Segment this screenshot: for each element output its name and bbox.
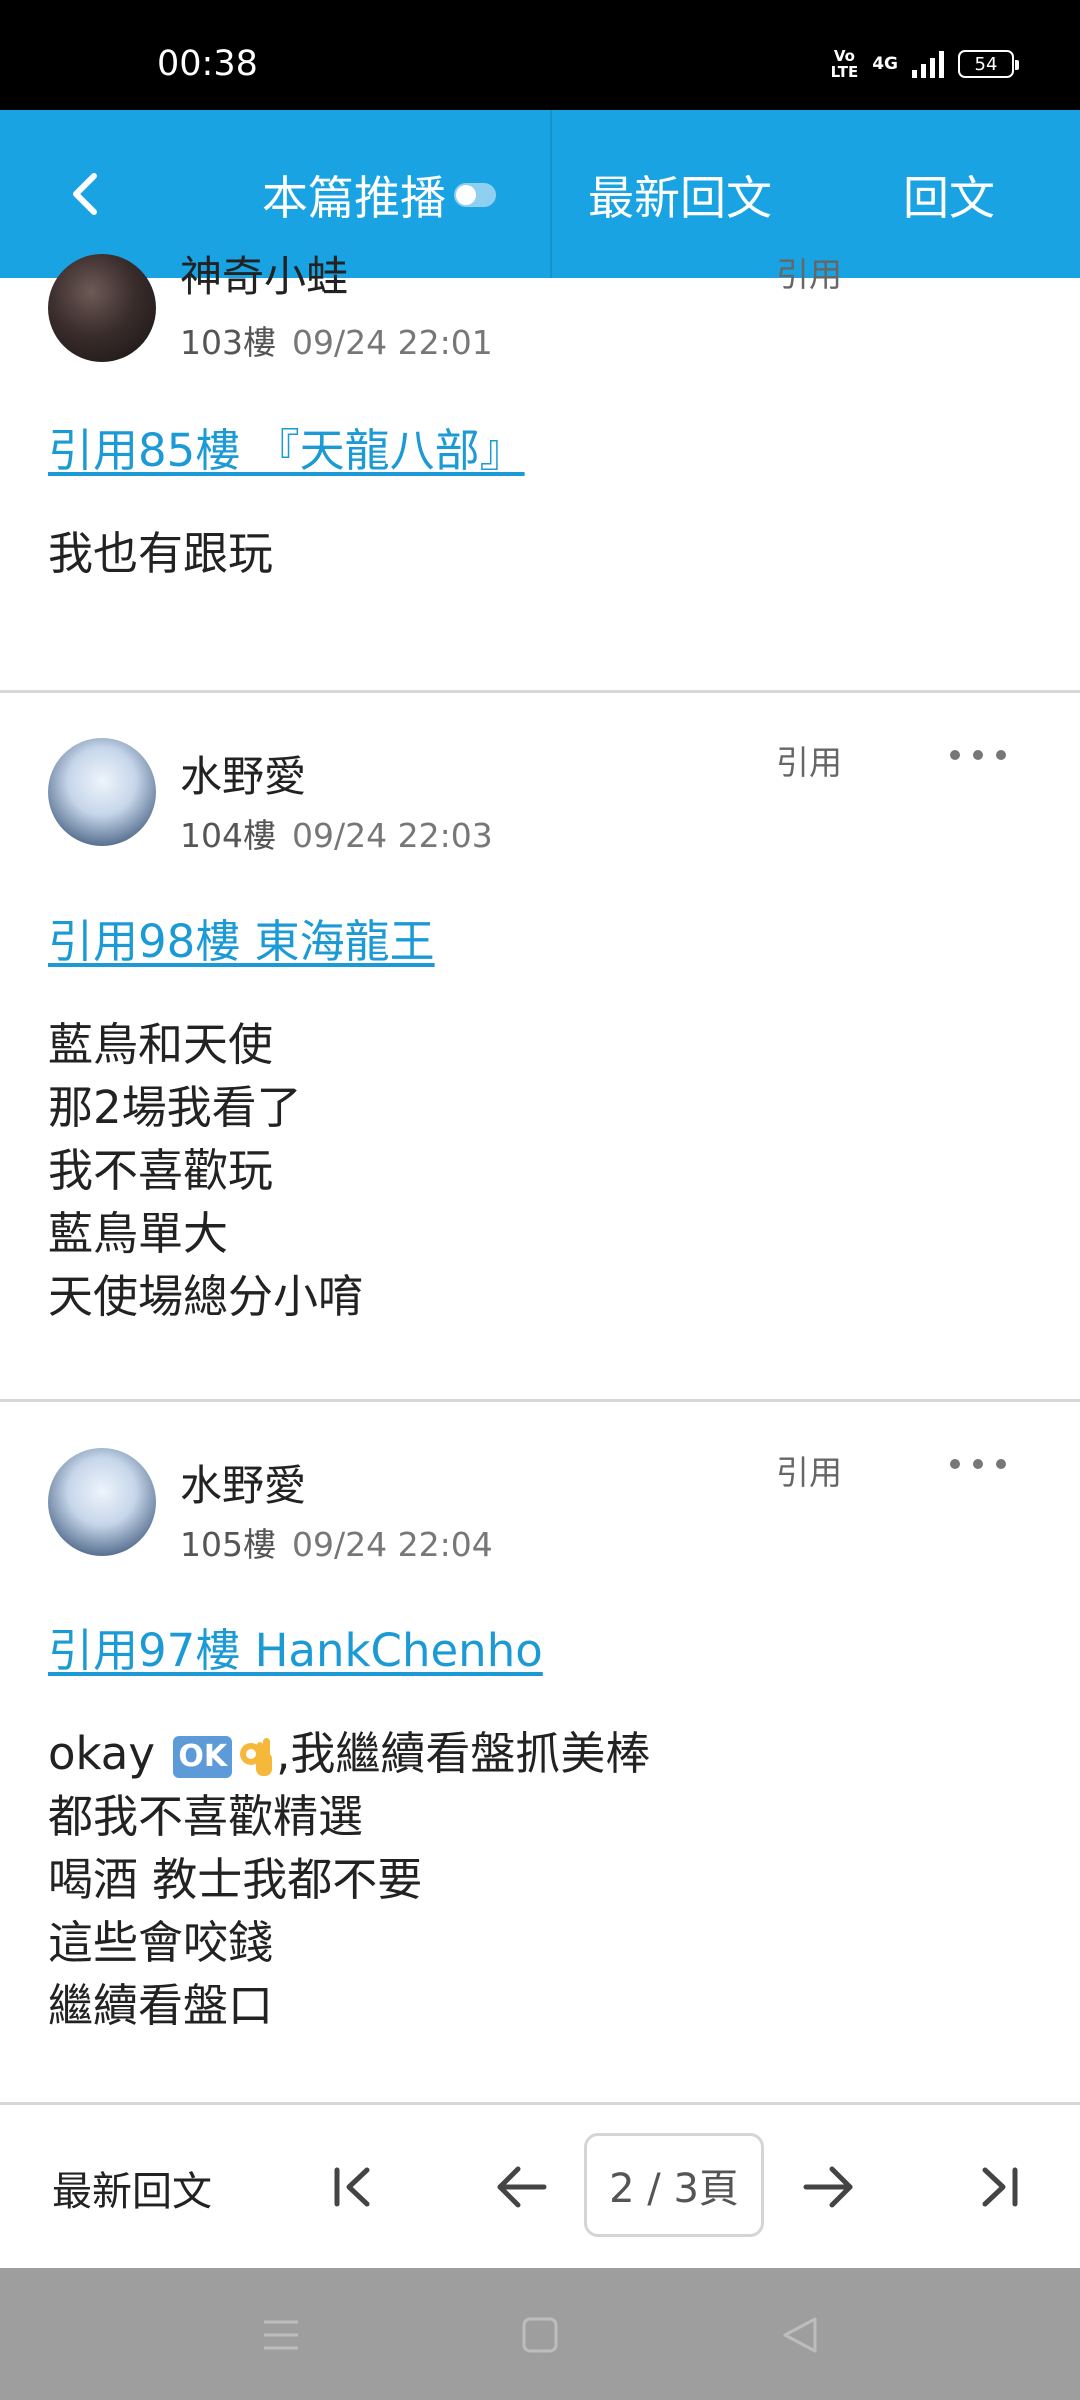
toggle-switch-icon	[454, 183, 496, 207]
ok-emoji-icon: OK	[173, 1736, 233, 1778]
author-name[interactable]: 水野愛	[180, 743, 306, 804]
top-nav-bar: 本篇推播 最新回文 回文	[0, 110, 1080, 278]
status-time: 00:38	[157, 44, 258, 84]
content-line: 藍鳥單大	[48, 1207, 229, 1260]
author-name[interactable]: 水野愛	[180, 1452, 306, 1513]
status-icons: Vo LTE 4G 54	[831, 48, 1019, 80]
system-back-button[interactable]	[775, 2310, 825, 2360]
last-page-button[interactable]	[958, 2147, 1038, 2227]
volte-label-bottom: LTE	[830, 63, 859, 81]
system-navigation-bar	[0, 2268, 1080, 2400]
floor-info: 103樓 09/24 22:01	[180, 316, 493, 364]
volte-icon: Vo LTE	[831, 48, 859, 80]
content-text: okay	[48, 1727, 156, 1780]
latest-replies-button[interactable]: 最新回文	[588, 162, 772, 228]
first-page-icon	[334, 2167, 370, 2207]
quote-button[interactable]: 引用	[776, 1446, 842, 1494]
push-notify-label: 本篇推播	[262, 171, 446, 225]
content-text: ,我繼續看盤抓美棒	[276, 1727, 651, 1780]
post-time: 09/24 22:03	[292, 816, 493, 855]
quote-button[interactable]: 引用	[776, 736, 842, 784]
pager-latest-replies-button[interactable]: 最新回文	[52, 2159, 212, 2217]
floor-info: 105樓 09/24 22:04	[180, 1518, 493, 1566]
home-button[interactable]	[515, 2310, 565, 2360]
content-line: 這些會咬錢	[48, 1916, 274, 1969]
battery-icon: 54	[958, 50, 1019, 78]
signal-icon	[912, 50, 944, 78]
chevron-left-icon	[73, 173, 97, 215]
previous-page-button[interactable]	[482, 2147, 562, 2227]
first-page-button[interactable]	[314, 2147, 394, 2227]
floor-info: 104樓 09/24 22:03	[180, 809, 493, 857]
content-line: okay OK ,我繼續看盤抓美棒	[48, 1722, 650, 1785]
battery-level: 54	[974, 53, 998, 75]
post-content: okay OK ,我繼續看盤抓美棒 都我不喜歡精選 喝酒 教士我都不要 這些會咬…	[48, 1722, 650, 2037]
network-type: 4G	[872, 54, 898, 74]
push-notify-toggle[interactable]: 本篇推播	[262, 162, 496, 228]
content-line: 繼續看盤口	[48, 1979, 274, 2032]
nav-divider	[550, 110, 552, 278]
quoted-floor-link[interactable]: 引用98樓 東海龍王	[48, 905, 435, 970]
menu-icon	[264, 2320, 298, 2350]
pagination-bar: 最新回文 2 / 3頁	[0, 2102, 1080, 2268]
content-line: 我也有跟玩	[48, 527, 274, 580]
back-button[interactable]	[50, 154, 120, 234]
more-options-icon[interactable]	[950, 745, 1006, 765]
post-time: 09/24 22:04	[292, 1525, 493, 1564]
floor-number: 105樓	[180, 1525, 276, 1564]
content-line: 我不喜歡玩	[48, 1144, 274, 1197]
quoted-floor-link[interactable]: 引用97樓 HankChenho	[48, 1614, 543, 1679]
status-bar: 00:38 Vo LTE 4G 54	[0, 0, 1080, 110]
post-content: 藍鳥和天使 那2場我看了 我不喜歡玩 藍鳥單大 天使場總分小唷	[48, 1013, 363, 1328]
reply-button[interactable]: 回文	[903, 162, 995, 228]
quote-button[interactable]: 引用	[776, 248, 842, 296]
post-time: 09/24 22:01	[292, 323, 493, 362]
ok-hand-emoji-icon	[240, 1738, 273, 1776]
floor-number: 104樓	[180, 816, 276, 855]
recent-apps-button[interactable]	[256, 2310, 306, 2360]
avatar[interactable]	[48, 1448, 156, 1556]
avatar[interactable]	[48, 738, 156, 846]
next-page-button[interactable]	[788, 2147, 868, 2227]
more-options-icon[interactable]	[950, 1454, 1006, 1474]
avatar[interactable]	[48, 254, 156, 362]
post-105: 水野愛 105樓 09/24 22:04 引用 引用97樓 HankChenho …	[0, 1402, 1080, 2102]
arrow-left-icon	[497, 2166, 547, 2208]
content-line: 藍鳥和天使	[48, 1018, 274, 1071]
quoted-floor-link[interactable]: 引用85樓 『天龍八部』	[48, 414, 525, 479]
post-content: 我也有跟玩	[48, 522, 273, 585]
post-103: 神奇小蛙 103樓 09/24 22:01 引用 引用85樓 『天龍八部』 我也有…	[0, 252, 1080, 692]
arrow-right-icon	[803, 2166, 853, 2208]
content-line: 天使場總分小唷	[48, 1270, 364, 1323]
page-indicator-select[interactable]: 2 / 3頁	[584, 2133, 764, 2237]
volte-label-top: Vo	[833, 47, 855, 65]
floor-number: 103樓	[180, 323, 276, 362]
back-triangle-icon	[783, 2317, 817, 2353]
content-line: 都我不喜歡精選	[48, 1790, 364, 1843]
content-line: 那2場我看了	[48, 1081, 302, 1134]
last-page-icon	[982, 2167, 1018, 2207]
home-square-icon	[522, 2317, 558, 2353]
content-line: 喝酒 教士我都不要	[48, 1853, 423, 1906]
post-104: 水野愛 104樓 09/24 22:03 引用 引用98樓 東海龍王 藍鳥和天使 …	[0, 693, 1080, 1399]
author-name[interactable]: 神奇小蛙	[180, 243, 348, 304]
